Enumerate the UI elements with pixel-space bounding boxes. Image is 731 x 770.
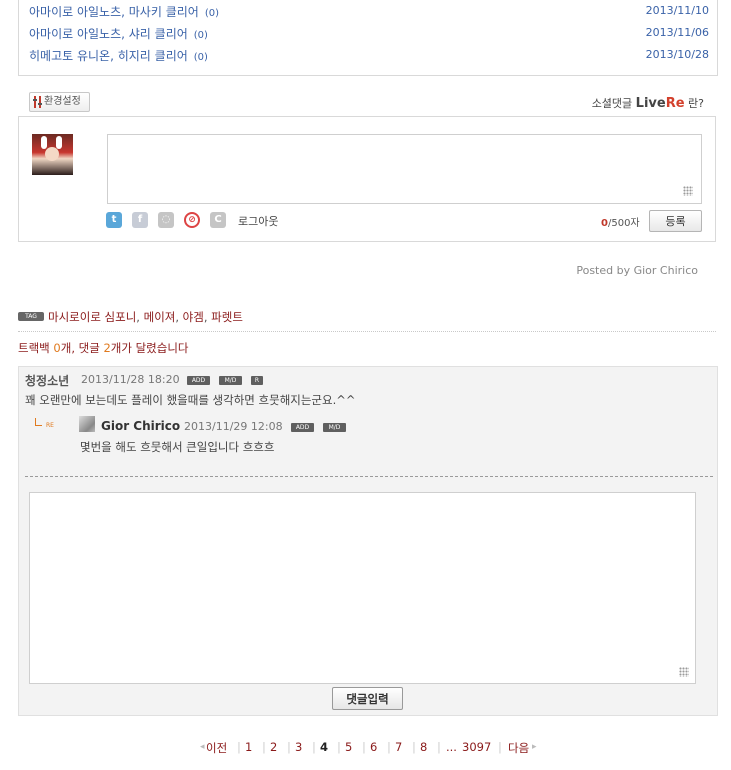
livere-comment-input[interactable] xyxy=(107,134,702,204)
tag-separator: , xyxy=(175,310,180,324)
pagination-page[interactable]: 3 xyxy=(295,740,302,754)
reply-arrow-icon: RE xyxy=(35,418,57,432)
pagination-page[interactable]: 1 xyxy=(245,740,252,754)
livere-submit-button[interactable]: 등록 xyxy=(649,210,702,232)
reply-modify-delete-button[interactable]: M/D xyxy=(323,423,346,432)
livere-logo-re: Re xyxy=(665,96,685,111)
comment-divider xyxy=(25,476,713,477)
pagination-current-page: 4 xyxy=(320,740,329,754)
reply-re-label: RE xyxy=(46,422,54,429)
livere-comment-box: t f ◌ ⊘ C 로그아웃 0/500자 등록 xyxy=(18,116,716,242)
pagination-separator: | xyxy=(437,740,441,754)
tag-link[interactable]: 파렛트 xyxy=(211,310,243,324)
tag-link[interactable]: 마시로이로 심포니 xyxy=(48,310,136,324)
comment-input[interactable] xyxy=(29,492,696,684)
pagination-separator: | xyxy=(237,740,241,754)
related-post-item: 히메고토 유니온, 히지리 클리어 (0) 2013/10/28 xyxy=(29,47,709,65)
pagination-ellipsis: ... xyxy=(446,740,457,754)
tag-link[interactable]: 메이져 xyxy=(144,310,176,324)
trackback-summary[interactable]: 트랙백 0개, 댓글 2개가 달렸습니다 xyxy=(18,340,189,356)
comment-add-button[interactable]: ADD xyxy=(187,376,210,385)
livere-settings-button[interactable]: 환경설정 xyxy=(29,92,90,112)
pagination-separator: | xyxy=(287,740,291,754)
pagination-page[interactable]: 2 xyxy=(270,740,277,754)
resize-grip-icon[interactable] xyxy=(679,667,689,677)
comments-section: 청정소년 2013/11/28 18:20 ADD M/D R 꽤 오랜만에 보… xyxy=(18,366,718,716)
pagination-separator: | xyxy=(498,740,502,754)
livere-settings-label: 환경설정 xyxy=(44,96,81,107)
reply-avatar xyxy=(79,416,95,432)
related-post-date: 2013/11/06 xyxy=(645,26,709,39)
pagination-separator: | xyxy=(362,740,366,754)
reply-date: 2013/11/29 12:08 xyxy=(184,420,283,433)
pagination-separator: | xyxy=(337,740,341,754)
comment-modify-delete-button[interactable]: M/D xyxy=(219,376,242,385)
weibo-icon[interactable]: ⊘ xyxy=(184,212,200,228)
tag-separator: , xyxy=(136,310,140,324)
related-post-item: 아마이로 아일노츠, 마사키 클리어 (0) 2013/11/10 xyxy=(29,3,709,21)
tag-link[interactable]: 야겜 xyxy=(183,310,204,324)
sliders-icon xyxy=(33,96,42,108)
reply-add-button[interactable]: ADD xyxy=(291,423,314,432)
char-count-current: 0 xyxy=(601,218,608,229)
twitter-icon[interactable]: t xyxy=(106,212,122,228)
related-post-link[interactable]: 아마이로 아일노츠, 마사키 클리어 xyxy=(29,5,199,19)
pagination-page[interactable]: 7 xyxy=(395,740,402,754)
char-counter: 0/500자 xyxy=(601,214,640,229)
resize-grip-icon[interactable] xyxy=(683,186,693,196)
comment-submit-button[interactable]: 댓글입력 xyxy=(332,687,403,710)
cyworld-icon[interactable]: C xyxy=(210,212,226,228)
livere-brand-prefix: 소셜댓글 xyxy=(591,97,633,110)
related-post-date: 2013/11/10 xyxy=(645,4,709,17)
related-posts-box: 아마이로 아일노츠, 마사키 클리어 (0) 2013/11/10 아마이로 아일… xyxy=(18,0,718,76)
logout-link[interactable]: 로그아웃 xyxy=(238,213,278,229)
trackback-prefix: 트랙백 xyxy=(18,341,54,355)
related-post-comment-count: (0) xyxy=(193,52,208,63)
prev-arrow-icon: ◂ xyxy=(200,742,205,752)
trackback-count: 0 xyxy=(53,341,61,355)
trackback-suffix: 개가 달렸습니다 xyxy=(110,341,189,355)
comment-date: 2013/11/28 18:20 xyxy=(81,373,180,386)
reply-body: 몇번을 해도 흐뭇해서 큰일입니다 흐흐흐 xyxy=(80,440,275,454)
reply-author[interactable]: Gior Chirico xyxy=(101,419,180,433)
pagination-separator: | xyxy=(412,740,416,754)
tag-list: 마시로이로 심포니, 메이져, 야겜, 파렛트 xyxy=(48,309,243,325)
pagination-page[interactable]: 6 xyxy=(370,740,377,754)
facebook-icon[interactable]: f xyxy=(132,212,148,228)
tag-separator: , xyxy=(203,310,208,324)
pagination-page[interactable]: 5 xyxy=(345,740,352,754)
pagination-separator: | xyxy=(387,740,391,754)
pagination-page[interactable]: 8 xyxy=(420,740,427,754)
related-post-date: 2013/10/28 xyxy=(645,48,709,61)
pagination-separator: | xyxy=(262,740,266,754)
me2day-icon[interactable]: ◌ xyxy=(158,212,174,228)
next-arrow-icon: ▸ xyxy=(532,742,537,752)
pagination-last-page[interactable]: 3097 xyxy=(462,740,491,754)
comment-author[interactable]: 청정소년 xyxy=(25,372,69,389)
livere-logo-live: Live xyxy=(635,96,666,111)
trackback-middle: 개, 댓글 xyxy=(60,341,104,355)
tag-list-row: TAG 마시로이로 심포니, 메이져, 야겜, 파렛트 xyxy=(18,309,716,332)
pagination-next[interactable]: 다음 xyxy=(508,740,529,756)
livere-brand-suffix: 란? xyxy=(688,97,704,110)
pagination-prev[interactable]: 이전 xyxy=(206,740,227,756)
livere-brand-link[interactable]: 소셜댓글 LiveRe 란? xyxy=(592,95,704,111)
pagination-separator: | xyxy=(312,740,316,754)
related-post-comment-count: (0) xyxy=(204,8,219,19)
user-avatar xyxy=(32,134,73,175)
related-post-item: 아마이로 아일노츠, 샤리 클리어 (0) 2013/11/06 xyxy=(29,25,709,43)
comment-body: 꽤 오랜만에 보는데도 플레이 했을때를 생각하면 흐뭇해지는군요.^^ xyxy=(25,393,356,407)
related-post-link[interactable]: 아마이로 아일노츠, 샤리 클리어 xyxy=(29,27,188,41)
tag-badge: TAG xyxy=(18,312,44,321)
comment-reply-button[interactable]: R xyxy=(251,376,263,385)
comment-count: 2 xyxy=(103,341,111,355)
char-count-max: /500자 xyxy=(607,218,640,229)
related-post-comment-count: (0) xyxy=(193,30,208,41)
posted-by: Posted by Gior Chirico xyxy=(576,264,698,277)
related-post-link[interactable]: 히메고토 유니온, 히지리 클리어 xyxy=(29,49,188,63)
